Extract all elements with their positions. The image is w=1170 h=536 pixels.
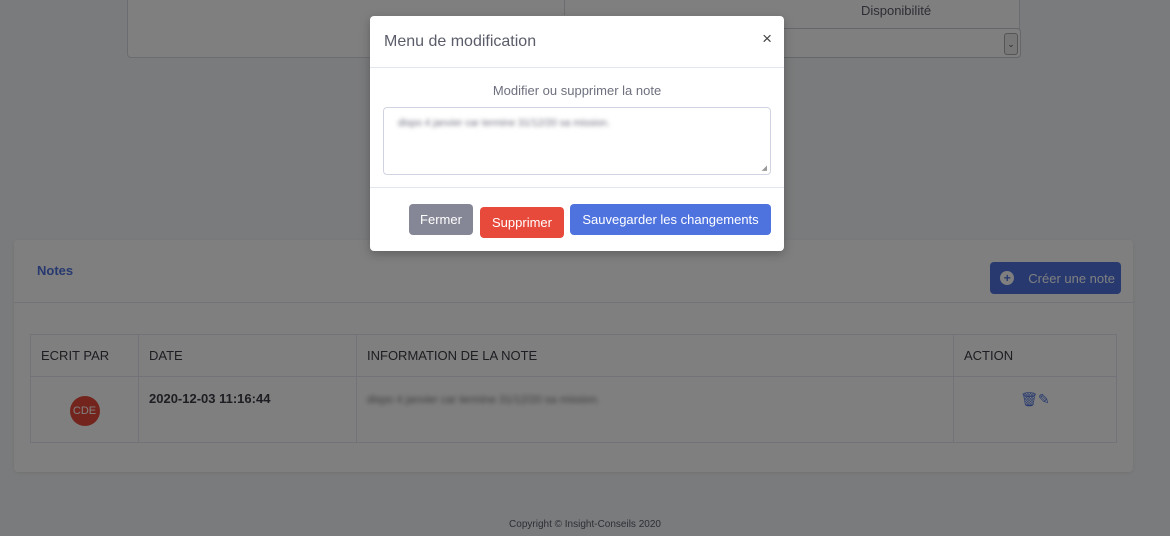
modal-footer: Fermer Supprimer Sauvegarder les changem… — [370, 188, 784, 251]
modal-subtitle: Modifier ou supprimer la note — [492, 83, 662, 98]
modal-header: Menu de modification × — [370, 16, 784, 68]
resize-handle-icon[interactable]: ◢ — [762, 164, 767, 172]
edit-note-modal: Menu de modification × Modifier ou suppr… — [370, 16, 784, 251]
close-button[interactable]: Fermer — [409, 204, 473, 235]
delete-button[interactable]: Supprimer — [480, 207, 564, 238]
modal-body: Modifier ou supprimer la note dispo 4 ja… — [370, 68, 784, 188]
save-button[interactable]: Sauvegarder les changements — [570, 204, 771, 235]
modal-title: Menu de modification — [384, 33, 537, 50]
note-textarea-value: dispo 4 janvier car termine 31/12/20 sa … — [398, 118, 610, 129]
close-icon[interactable]: × — [762, 29, 772, 49]
note-textarea[interactable]: dispo 4 janvier car termine 31/12/20 sa … — [383, 107, 771, 175]
